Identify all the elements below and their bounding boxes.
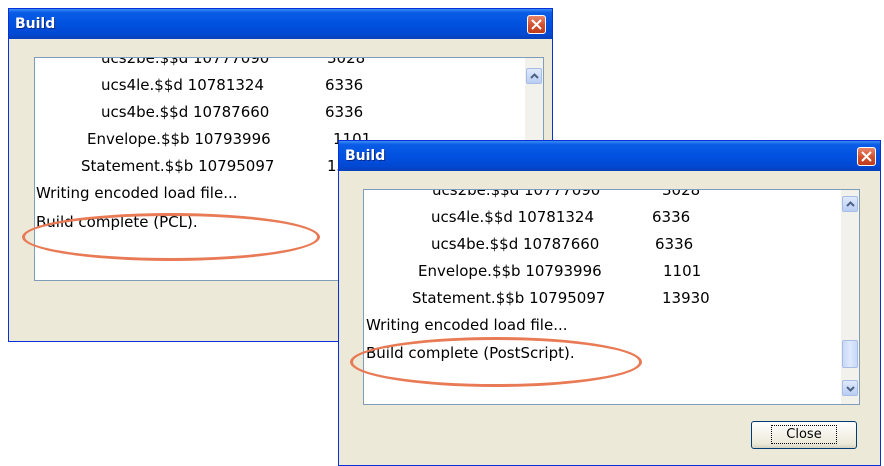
window-title: Build — [15, 16, 56, 32]
log-line: Envelope.$$b 10793996 — [87, 130, 271, 148]
log-line: Statement.$$b 10795097 — [81, 157, 275, 175]
log-size: 3028 — [327, 57, 366, 67]
build-window-front: Build ucs2be.$$d 10777090 3028 ucs4le.$$… — [338, 140, 881, 466]
log-line: Statement.$$b 10795097 — [412, 289, 606, 307]
log-size: 13930 — [662, 289, 710, 307]
scroll-thumb[interactable] — [842, 340, 858, 368]
log-line: ucs4le.$$d 10781324 — [431, 208, 595, 226]
log-size: 6336 — [652, 208, 691, 226]
log-size: 6336 — [325, 103, 364, 121]
log-line: Envelope.$$b 10793996 — [418, 262, 602, 280]
log-writing: Writing encoded load file... — [36, 184, 238, 202]
close-window-button[interactable] — [857, 147, 876, 166]
highlight-ellipse — [350, 337, 642, 387]
close-button-label: Close — [771, 425, 837, 444]
scroll-up-button[interactable] — [842, 196, 858, 212]
chevron-up-icon — [530, 73, 539, 79]
window-title: Build — [345, 148, 386, 164]
log-size: 1101 — [663, 262, 702, 280]
log-line: ucs4be.$$d 10787660 — [101, 103, 270, 121]
chevron-down-icon — [846, 386, 855, 392]
log-line: ucs4be.$$d 10787660 — [431, 235, 600, 253]
log-size: 3028 — [662, 189, 701, 199]
chevron-up-icon — [846, 201, 855, 207]
log-writing: Writing encoded load file... — [366, 316, 568, 334]
log-size: 6336 — [655, 235, 694, 253]
close-window-button[interactable] — [527, 15, 546, 34]
log-line: ucs2be.$$d 10777090 — [101, 57, 270, 67]
scroll-up-button[interactable] — [526, 68, 542, 84]
log-line: ucs2be.$$d 10777090 — [432, 189, 601, 199]
highlight-ellipse — [22, 213, 320, 261]
vertical-scrollbar[interactable] — [841, 190, 859, 404]
log-line: ucs4le.$$d 10781324 — [101, 76, 265, 94]
title-bar[interactable]: Build — [9, 9, 552, 39]
scroll-down-button[interactable] — [842, 380, 858, 396]
close-icon — [531, 19, 542, 30]
close-button[interactable]: Close — [751, 421, 857, 449]
log-size: 6336 — [325, 76, 364, 94]
close-icon — [861, 151, 872, 162]
title-bar[interactable]: Build — [339, 141, 880, 171]
